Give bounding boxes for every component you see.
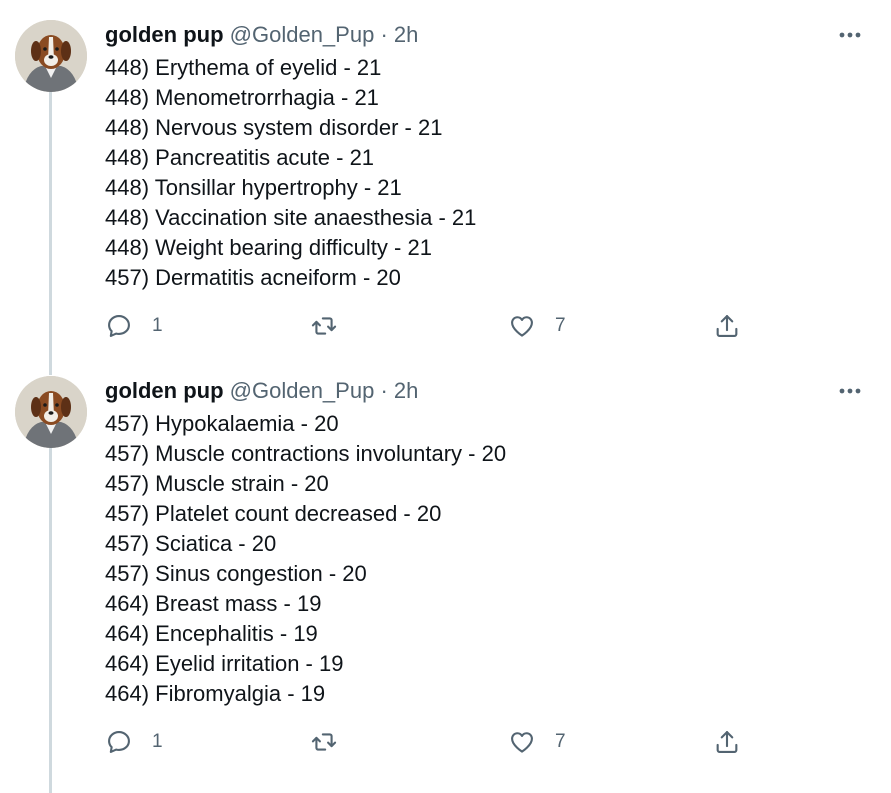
like-count: 7 <box>555 731 566 752</box>
more-icon[interactable] <box>836 381 864 401</box>
tweet-line: 448) Weight bearing difficulty - 21 <box>105 235 432 260</box>
share-button[interactable] <box>713 726 741 758</box>
tweet-line: 448) Erythema of eyelid - 21 <box>105 55 382 80</box>
tweet[interactable]: golden pup @Golden_Pup · 2h 448) Erythem… <box>0 0 891 360</box>
tweet-actions: 1 7 <box>105 726 865 758</box>
tweet-line: 457) Sciatica - 20 <box>105 531 277 556</box>
retweet-icon <box>311 317 337 335</box>
tweet-line: 457) Platelet count decreased - 20 <box>105 501 442 526</box>
author-name[interactable]: golden pup <box>105 22 224 47</box>
tweet-header: golden pup @Golden_Pup · 2h <box>105 377 418 405</box>
share-icon <box>716 315 738 337</box>
tweet-line: 457) Muscle contractions involuntary - 2… <box>105 441 507 466</box>
tweet-line: 464) Fibromyalgia - 19 <box>105 681 326 706</box>
author-name[interactable]: golden pup <box>105 378 224 403</box>
tweet-text: 457) Hypokalaemia - 20 457) Muscle contr… <box>105 409 506 709</box>
tweet-actions: 1 7 <box>105 310 865 342</box>
like-count: 7 <box>555 315 566 336</box>
author-handle[interactable]: @Golden_Pup <box>230 378 375 403</box>
avatar[interactable] <box>15 376 87 448</box>
separator-dot: · <box>380 378 388 403</box>
reply-button[interactable]: 1 <box>105 726 163 758</box>
tweet[interactable]: golden pup @Golden_Pup · 2h 457) Hypokal… <box>0 360 891 793</box>
tweet-line: 464) Encephalitis - 19 <box>105 621 318 646</box>
timestamp[interactable]: 2h <box>394 22 418 47</box>
reply-icon <box>108 731 130 753</box>
timestamp[interactable]: 2h <box>394 378 418 403</box>
tweet-line: 448) Vaccination site anaesthesia - 21 <box>105 205 477 230</box>
tweet-line: 464) Breast mass - 19 <box>105 591 322 616</box>
reply-count: 1 <box>152 731 163 752</box>
tweet-text: 448) Erythema of eyelid - 21 448) Menome… <box>105 53 476 293</box>
tweet-line: 457) Muscle strain - 20 <box>105 471 329 496</box>
tweet-line: 448) Nervous system disorder - 21 <box>105 115 443 140</box>
author-handle[interactable]: @Golden_Pup <box>230 22 375 47</box>
tweet-line: 457) Hypokalaemia - 20 <box>105 411 339 436</box>
like-button[interactable]: 7 <box>508 726 566 758</box>
reply-count: 1 <box>152 315 163 336</box>
retweet-button[interactable] <box>310 310 338 342</box>
tweet-line: 448) Tonsillar hypertrophy - 21 <box>105 175 402 200</box>
heart-icon <box>511 316 533 337</box>
tweet-line: 448) Menometrorrhagia - 21 <box>105 85 379 110</box>
tweet-header: golden pup @Golden_Pup · 2h <box>105 21 418 49</box>
share-icon <box>716 731 738 753</box>
heart-icon <box>511 732 533 753</box>
reply-icon <box>108 315 130 337</box>
retweet-button[interactable] <box>310 726 338 758</box>
retweet-icon <box>311 733 337 751</box>
share-button[interactable] <box>713 310 741 342</box>
like-button[interactable]: 7 <box>508 310 566 342</box>
avatar[interactable] <box>15 20 87 92</box>
separator-dot: · <box>380 22 388 47</box>
more-icon[interactable] <box>836 25 864 45</box>
tweet-line: 457) Dermatitis acneiform - 20 <box>105 265 401 290</box>
reply-button[interactable]: 1 <box>105 310 163 342</box>
tweet-line: 457) Sinus congestion - 20 <box>105 561 367 586</box>
tweet-line: 464) Eyelid irritation - 19 <box>105 651 344 676</box>
tweet-line: 448) Pancreatitis acute - 21 <box>105 145 375 170</box>
